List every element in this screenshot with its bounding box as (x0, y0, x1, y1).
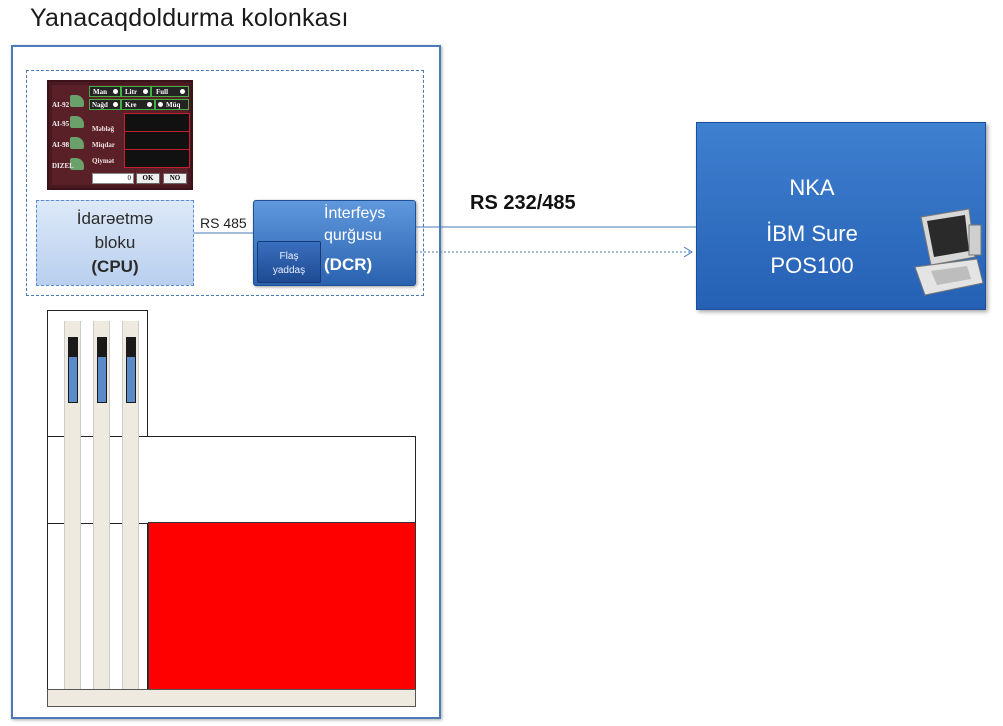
pos-terminal-icon (914, 208, 984, 296)
dispenser-base (47, 689, 416, 707)
nka-model-line2: POS100 (770, 253, 854, 278)
level-gauge (97, 337, 107, 403)
rs232-485-label: RS 232/485 (470, 192, 576, 214)
fuel-tank (148, 522, 416, 690)
nka-label: NKA (789, 175, 835, 200)
nka-pos-block: NKA İBM Sure POS100 (696, 122, 986, 310)
nka-model-line1: İBM Sure (766, 221, 858, 246)
level-gauge (126, 337, 136, 403)
level-gauge (68, 337, 78, 403)
